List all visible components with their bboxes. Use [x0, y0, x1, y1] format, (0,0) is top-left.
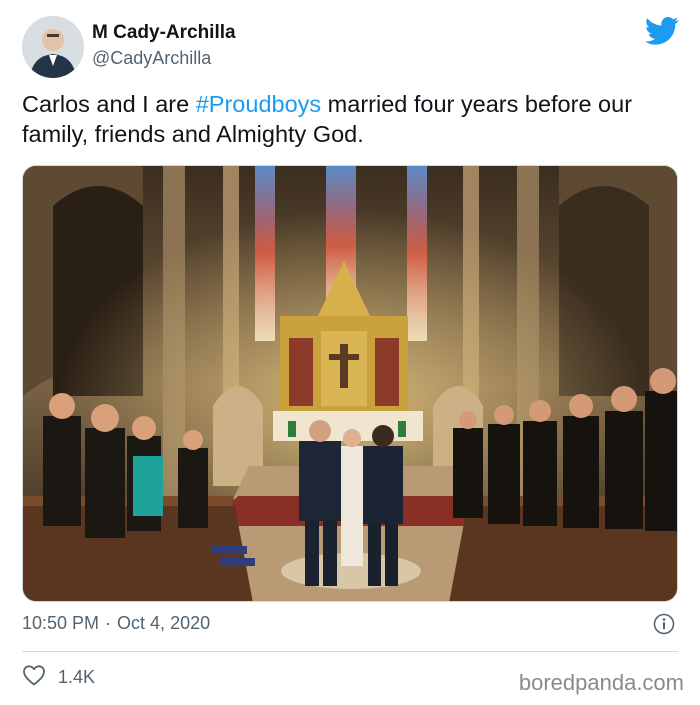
tweet-timestamp[interactable]: 10:50 PM · Oct 4, 2020 — [22, 613, 210, 634]
avatar[interactable] — [22, 16, 84, 78]
tweet-photo[interactable] — [22, 165, 678, 602]
heart-icon[interactable] — [22, 664, 46, 691]
author-name[interactable]: M Cady-Archilla — [92, 22, 236, 44]
meta-separator: · — [105, 613, 112, 633]
divider — [22, 651, 678, 652]
author-handle[interactable]: @CadyArchilla — [92, 48, 211, 69]
tweet-text: Carlos and I are #Proudboys married four… — [22, 89, 672, 149]
watermark: boredpanda.com — [518, 670, 684, 695]
tweet-date: Oct 4, 2020 — [117, 613, 211, 633]
tweet-time: 10:50 PM — [22, 613, 100, 633]
info-icon[interactable] — [653, 613, 675, 635]
like-button[interactable]: 1.4K — [22, 664, 95, 691]
tweet-text-before: Carlos and I are — [22, 91, 196, 117]
like-count: 1.4K — [58, 667, 96, 687]
twitter-bird-icon[interactable] — [644, 16, 679, 46]
hashtag-link[interactable]: #Proudboys — [196, 91, 321, 117]
